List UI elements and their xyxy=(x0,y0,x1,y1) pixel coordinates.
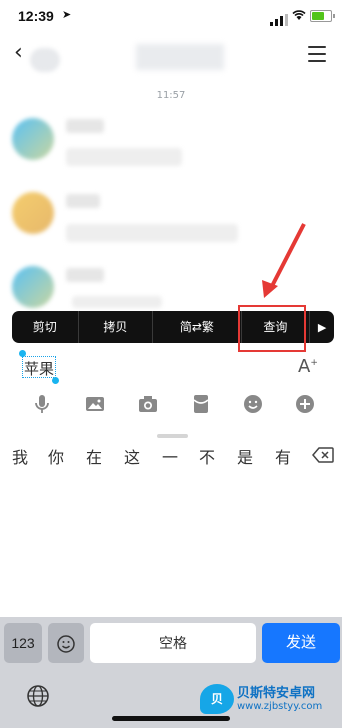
avatar[interactable] xyxy=(12,118,54,160)
message-bubble-blurred xyxy=(66,224,238,242)
handwriting-area[interactable] xyxy=(0,482,342,617)
message-bubble-blurred xyxy=(72,296,162,308)
signal-icon xyxy=(270,11,288,26)
candidate-word[interactable]: 一 xyxy=(162,444,178,468)
space-key[interactable]: 空格 xyxy=(90,623,256,663)
candidate-word[interactable]: 我 xyxy=(12,444,28,468)
avatar[interactable] xyxy=(12,266,54,308)
emoji-icon[interactable] xyxy=(241,392,265,416)
font-size-icon[interactable]: A+ xyxy=(298,356,318,377)
backspace-icon[interactable] xyxy=(312,447,334,467)
battery-icon xyxy=(310,10,335,22)
home-indicator[interactable] xyxy=(112,716,230,721)
emoji-key-icon[interactable] xyxy=(48,623,84,663)
message-timestamp: 11:57 xyxy=(156,90,186,101)
menu-icon[interactable] xyxy=(308,46,326,62)
more-arrow-icon[interactable]: ▶ xyxy=(310,321,334,334)
selection-handle-start[interactable] xyxy=(19,350,26,357)
sender-name-blurred xyxy=(66,119,104,133)
watermark: 贝 贝斯特安卓网 www.zjbstyy.com xyxy=(200,684,322,714)
candidate-word[interactable]: 是 xyxy=(237,444,253,468)
watermark-url: www.zjbstyy.com xyxy=(237,700,323,712)
camera-icon[interactable] xyxy=(136,392,160,416)
chat-title-blurred xyxy=(136,44,224,70)
sender-name-blurred xyxy=(66,194,100,208)
sender-name-blurred xyxy=(66,268,104,282)
image-icon[interactable] xyxy=(83,392,107,416)
send-button[interactable]: 发送 xyxy=(262,623,340,663)
convert-menu-item[interactable]: 简⇄繁 xyxy=(153,311,242,343)
cut-menu-item[interactable]: 剪切 xyxy=(12,311,79,343)
candidate-word[interactable]: 有 xyxy=(275,444,291,468)
message-input[interactable]: 苹果 xyxy=(24,358,54,379)
chat-toolbar xyxy=(0,392,342,420)
annotation-arrow-icon xyxy=(228,220,308,304)
back-arrow-icon[interactable]: ‹ xyxy=(14,40,23,65)
candidate-bar: 我 你 在 这 一 不 是 有 xyxy=(0,444,342,474)
number-key[interactable]: 123 xyxy=(4,623,42,663)
candidate-word[interactable]: 你 xyxy=(48,444,64,468)
avatar[interactable] xyxy=(12,192,54,234)
candidate-word[interactable]: 这 xyxy=(124,444,140,468)
location-arrow-icon: ➤ xyxy=(62,8,72,21)
candidate-word[interactable]: 在 xyxy=(86,444,102,468)
globe-icon[interactable] xyxy=(26,684,50,714)
copy-menu-item[interactable]: 拷贝 xyxy=(79,311,154,343)
status-time: 12:39 xyxy=(18,8,54,24)
red-envelope-icon[interactable] xyxy=(189,392,213,416)
message-bubble-blurred xyxy=(66,148,182,166)
watermark-title: 贝斯特安卓网 xyxy=(237,685,316,701)
plus-icon[interactable] xyxy=(293,392,317,416)
wifi-icon xyxy=(292,9,306,24)
contact-avatar-blurred xyxy=(30,48,60,72)
candidate-word[interactable]: 不 xyxy=(199,444,215,468)
watermark-logo-icon: 贝 xyxy=(200,684,234,714)
annotation-highlight-box xyxy=(238,305,306,352)
microphone-icon[interactable] xyxy=(30,392,54,416)
